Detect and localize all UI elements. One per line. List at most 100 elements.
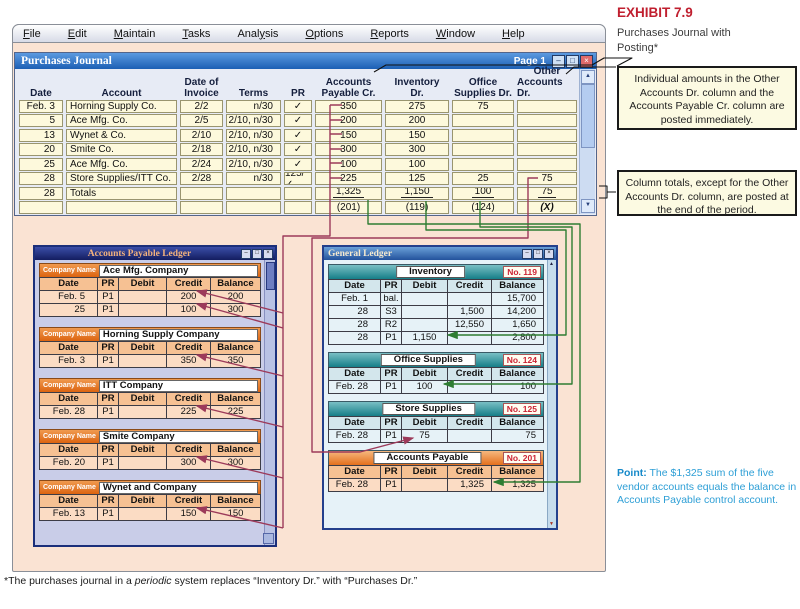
company-name-input[interactable]: Smite Company [99,431,258,443]
cell-account: Wynet & Co. [66,129,177,142]
cell-pr [284,201,312,214]
cell-date: 5 [19,114,63,127]
company-name-label: Company Name [40,382,99,389]
menu-item[interactable]: Tasks [182,28,210,40]
ledger-column-header: Debit [402,280,448,292]
menu-item[interactable]: Help [502,28,525,40]
company-name-label: Company Name [40,267,99,274]
cell-office-supplies-dr [452,114,514,127]
exhibit-label: EXHIBIT 7.9 [617,5,693,20]
minimize-icon[interactable]: – [241,249,251,259]
company-name-input[interactable]: Ace Mfg. Company [99,265,258,277]
company-name-input[interactable]: ITT Company [99,380,258,392]
company-name-input[interactable]: Horning Supply Company [99,329,258,341]
menu-item[interactable]: Options [305,28,343,40]
vendor-card-horning: Company Name Horning Supply Company Date… [39,327,261,368]
minimize-icon[interactable]: – [522,249,532,259]
cell-office-supplies-dr: 25 [452,172,514,185]
close-icon[interactable]: × [263,249,273,259]
ledger-column-header: Credit [448,466,492,478]
maximize-icon[interactable]: □ [533,249,543,259]
company-name-label: Company Name [40,433,99,440]
journal-column-header: PR [284,71,312,99]
ap-ledger-body: Company Name Ace Mfg. Company Date PR Debi… [35,260,263,545]
ledger-column-header: Date [40,342,98,354]
cell-accounts-payable-cr: 1,325 [315,187,382,200]
journal-scrollbar[interactable]: ▲ ▼ [579,69,595,214]
account-number-badge: No. 201 [503,452,541,464]
cell-office-supplies-dr: 75 [452,100,514,113]
cell-inventory-dr: 200 [385,114,449,127]
scroll-up-icon[interactable]: ▲ [548,261,555,267]
journal-column-header: Date [19,71,63,99]
close-icon[interactable]: × [580,55,593,68]
cell-other-accounts-dr: (X) [517,201,577,214]
account-name-input[interactable]: Office Supplies [381,354,476,366]
cell-pr: ✓ [284,100,312,113]
menu-item[interactable]: Edit [68,28,87,40]
menu-item[interactable]: Maintain [114,28,156,40]
company-name-label: Company Name [40,331,99,338]
maximize-icon[interactable]: □ [566,55,579,68]
exhibit-figure: EXHIBIT 7.9 Purchases Journal with Posti… [0,0,800,609]
cell-accounts-payable-cr: (201) [315,201,382,214]
cell-account: Ace Mfg. Co. [66,114,177,127]
resize-grip[interactable] [263,533,274,544]
ledger-column-header: Credit [167,342,211,354]
cell-account: Horning Supply Co. [66,100,177,113]
company-name-input[interactable]: Wynet and Company [99,482,258,494]
ap-ledger-titlebar[interactable]: Accounts Payable Ledger – □ × [35,247,275,260]
cell-pr: 125/✓ [284,172,312,185]
window-title: Purchases Journal [21,55,514,67]
cell-inventory-dr: 100 [385,158,449,171]
scrollbar-thumb[interactable] [266,262,275,290]
journal-row: 20 Smite Co. 2/18 2/10, n/30 ✓ 300 300 [15,143,596,158]
gl-account-office-supplies: Office Supplies No. 124 DatePRDebitCredi… [328,352,544,394]
account-name-input[interactable]: Accounts Payable [373,452,481,464]
cell-invoice-date: 2/18 [180,143,223,156]
cell-date: 20 [19,143,63,156]
ledger-row: Feb. 1bal. 15,700 [329,292,543,305]
maximize-icon[interactable]: □ [252,249,262,259]
general-ledger-titlebar[interactable]: General Ledger – □ × [324,247,556,260]
menu-item[interactable]: Reports [370,28,409,40]
scroll-down-icon[interactable]: ▼ [581,199,595,213]
cell-office-supplies-dr: 100 [452,187,514,200]
page-indicator: Page 1 [514,56,546,67]
scroll-up-icon[interactable]: ▲ [581,70,595,84]
ledger-row: 28R2 12,550 1,650 [329,318,543,331]
cell-pr: ✓ [284,158,312,171]
ledger-column-header: Credit [448,280,492,292]
ledger-column-header: PR [98,393,119,405]
vendor-card-itt: Company Name ITT Company DatePRDebitCred… [39,378,261,419]
scrollbar-thumb[interactable] [581,84,595,148]
cell-office-supplies-dr: (124) [452,201,514,214]
scroll-down-icon[interactable]: ▼ [548,521,555,527]
account-name-input[interactable]: Inventory [396,266,465,278]
cell-date [19,201,63,214]
ledger-column-header: Date [329,368,381,380]
purchases-journal-titlebar[interactable]: Purchases Journal Page 1 – □ × [15,53,596,69]
ledger-row: Feb. 28P1 100 100 [329,380,543,393]
cell-other-accounts-dr [517,100,577,113]
account-name-input[interactable]: Store Supplies [382,403,475,415]
ledger-row: Feb. 5P1 200 200 [40,290,260,303]
cell-terms: 2/10, n/30 [226,114,281,127]
menu-item[interactable]: Analysis [237,28,278,40]
cell-account: Ace Mfg. Co. [66,158,177,171]
general-ledger-scrollbar[interactable]: ▲ ▼ [547,260,556,528]
close-icon[interactable]: × [544,249,554,259]
menu-item[interactable]: File [23,28,41,40]
ledger-column-header: PR [381,417,402,429]
journal-column-header: AccountsPayable Cr. [315,71,382,99]
menu-item[interactable]: Window [436,28,475,40]
ledger-column-header: PR [381,466,402,478]
ledger-row: 28S3 1,500 14,200 [329,305,543,318]
ledger-row: 28P1 1,150 2,800 [329,331,543,344]
ledger-column-header: Debit [119,495,167,507]
ledger-column-header: Credit [448,417,492,429]
journal-column-header: OtherAccounts Dr. [517,71,577,99]
cell-other-accounts-dr [517,114,577,127]
ap-ledger-scrollbar[interactable] [264,260,275,545]
cell-office-supplies-dr [452,129,514,142]
